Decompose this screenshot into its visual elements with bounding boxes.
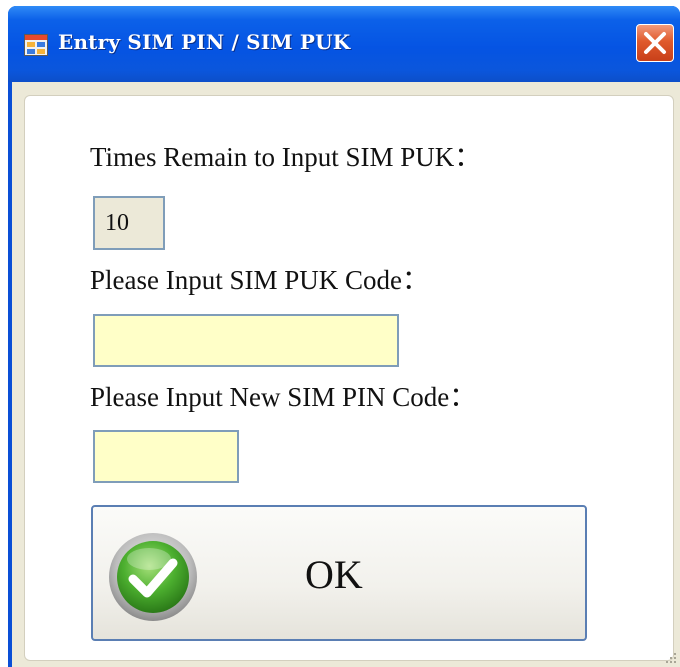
- dialog-window: Entry SIM PIN / SIM PUK Times Remain to …: [8, 6, 680, 667]
- form-panel: Times Remain to Input SIM PUK： 10 Please…: [24, 95, 674, 661]
- ok-button[interactable]: OK: [91, 505, 587, 641]
- close-icon: [644, 32, 666, 54]
- resize-grip-icon[interactable]: [664, 651, 678, 665]
- dialog-client-area: Times Remain to Input SIM PUK： 10 Please…: [12, 82, 680, 667]
- times-remain-label: Times Remain to Input SIM PUK：: [90, 142, 482, 172]
- title-bar[interactable]: Entry SIM PIN / SIM PUK: [8, 6, 680, 82]
- app-icon: [24, 34, 48, 56]
- checkmark-icon: [105, 529, 201, 625]
- puk-code-label: Please Input SIM PUK Code：: [90, 265, 429, 295]
- puk-code-input[interactable]: [93, 314, 399, 367]
- window-title: Entry SIM PIN / SIM PUK: [58, 30, 351, 54]
- new-pin-label: Please Input New SIM PIN Code：: [90, 382, 477, 412]
- new-pin-input[interactable]: [93, 430, 239, 483]
- close-button[interactable]: [636, 24, 674, 62]
- times-remain-field: 10: [93, 196, 165, 250]
- ok-button-label: OK: [305, 552, 363, 597]
